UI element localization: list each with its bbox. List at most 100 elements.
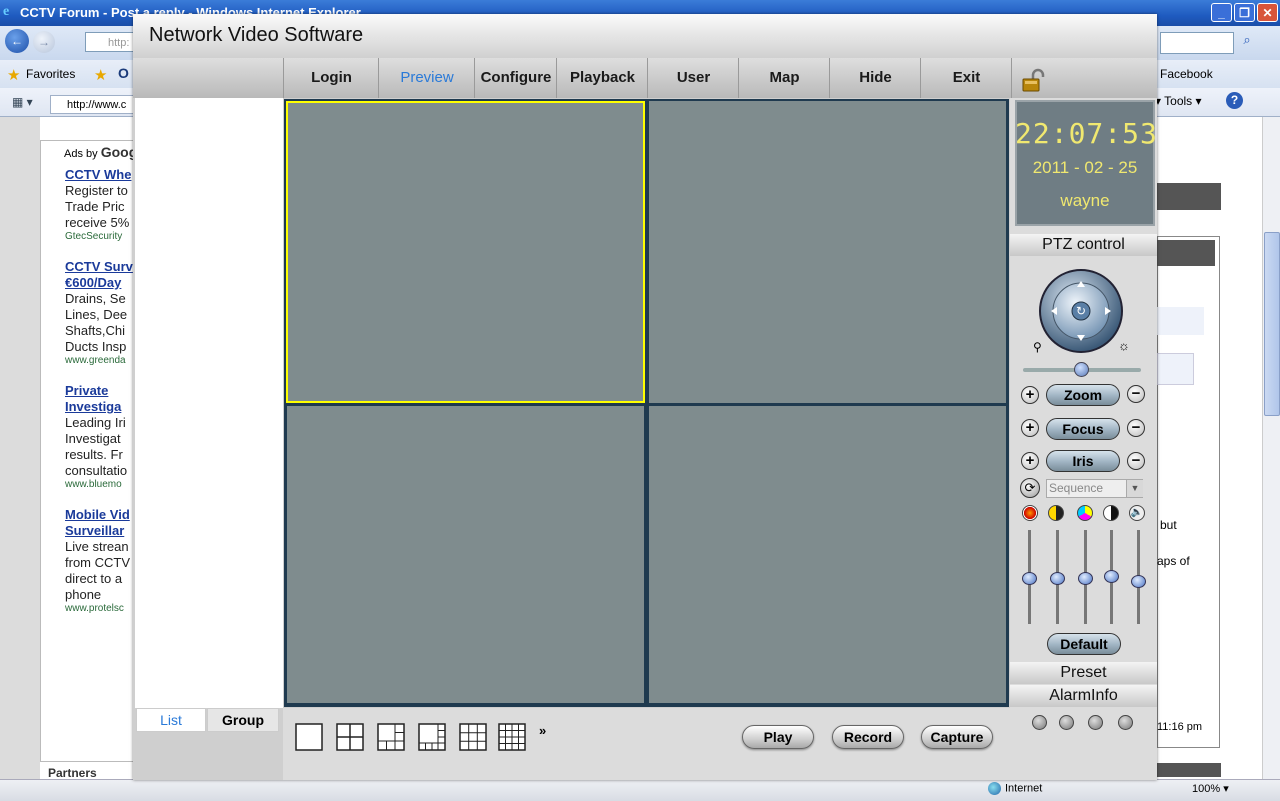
maximize-button[interactable]: ❐: [1234, 3, 1255, 22]
menu-exit[interactable]: Exit: [920, 58, 1012, 98]
ad-url[interactable]: GtecSecurity: [65, 231, 133, 242]
favorites-star-icon[interactable]: ★: [7, 66, 20, 84]
menu-user[interactable]: User: [647, 58, 739, 98]
capture-button[interactable]: Capture: [921, 725, 993, 749]
ad-body-line: direct to a: [65, 571, 123, 586]
add-favorite-icon[interactable]: ★: [94, 66, 107, 84]
close-button[interactable]: ✕: [1257, 3, 1278, 22]
layout-9-icon[interactable]: [459, 723, 487, 751]
menu-playback[interactable]: Playback: [556, 58, 648, 98]
ad-body-line: Ducts Insp: [65, 339, 127, 354]
webpage-left-margin: [0, 117, 40, 779]
contrast-slider-knob[interactable]: [1050, 571, 1065, 585]
layout-1-icon[interactable]: [295, 723, 323, 751]
video-channel-1[interactable]: [286, 101, 645, 403]
record-button[interactable]: Record: [832, 725, 904, 749]
address-field[interactable]: http:: [85, 32, 135, 52]
minimize-button[interactable]: _: [1211, 3, 1232, 22]
ad-title[interactable]: €600/Day: [65, 275, 133, 291]
contrast-icon: [1048, 505, 1064, 521]
zoom-level[interactable]: 100% ▾: [1192, 782, 1229, 795]
focus-in-icon[interactable]: +: [1021, 419, 1039, 437]
ad-title[interactable]: CCTV Surv: [65, 259, 133, 275]
tools-menu[interactable]: ▾ Tools ▾: [1155, 94, 1202, 108]
menu-login[interactable]: Login: [283, 58, 379, 98]
ad-title[interactable]: Surveillar: [65, 523, 133, 539]
default-button[interactable]: Default: [1047, 633, 1121, 655]
clock-date: 2011 - 02 - 25: [1032, 158, 1138, 177]
ad-item[interactable]: Private Investiga Leading Iri Investigat…: [65, 383, 133, 490]
iris-label: Iris: [1046, 450, 1120, 472]
ad-title[interactable]: Investiga: [65, 399, 133, 415]
ad-body-line: Investigat: [65, 431, 121, 446]
play-button[interactable]: Play: [742, 725, 814, 749]
menu-map[interactable]: Map: [738, 58, 830, 98]
saturation-slider-knob[interactable]: [1078, 571, 1093, 585]
ad-url[interactable]: www.bluemo: [65, 479, 133, 490]
ad-body-line: phone: [65, 587, 102, 602]
ptz-speed-slider-knob[interactable]: [1074, 362, 1089, 377]
menu-configure[interactable]: Configure: [474, 58, 557, 98]
light-icon[interactable]: ☼: [1118, 338, 1130, 353]
ad-item[interactable]: CCTV Surv €600/Day Drains, Se Lines, Dee…: [65, 259, 133, 366]
ad-body-line: from CCTV: [65, 555, 130, 570]
facebook-link[interactable]: Facebook: [1160, 67, 1213, 81]
page-scrollbar-thumb[interactable]: [1264, 232, 1280, 416]
ad-body-line: Register to: [65, 183, 128, 198]
menu-preview[interactable]: Preview: [378, 58, 475, 98]
ads-by-label: Ads by: [64, 148, 98, 160]
webpage-header-block: [1157, 183, 1221, 210]
video-channel-2[interactable]: [649, 101, 1006, 403]
lock-icon[interactable]: [1021, 68, 1047, 92]
video-channel-3[interactable]: [287, 406, 644, 703]
ptz-direction-wheel[interactable]: ↻: [1038, 268, 1124, 354]
device-list-panel[interactable]: [135, 98, 283, 708]
ad-title[interactable]: Private: [65, 383, 133, 399]
ad-body-line: results. Fr: [65, 447, 123, 462]
preset-header[interactable]: Preset: [1010, 662, 1157, 684]
svg-text:↻: ↻: [1076, 304, 1086, 318]
ad-url[interactable]: www.greenda: [65, 355, 133, 366]
globe-icon: [988, 782, 1001, 795]
layout-8-icon[interactable]: [418, 723, 446, 751]
search-input[interactable]: [1160, 32, 1234, 54]
layout-16-icon[interactable]: [498, 723, 526, 751]
search-icon[interactable]: ⌕: [1236, 32, 1258, 52]
chevron-down-icon[interactable]: ▼: [1126, 480, 1143, 497]
iris-open-icon[interactable]: +: [1021, 452, 1039, 470]
menu-hide[interactable]: Hide: [829, 58, 921, 98]
alarm-info-header[interactable]: AlarmInfo: [1010, 685, 1157, 707]
layout-4-icon[interactable]: [336, 723, 364, 751]
layout-6-icon[interactable]: [377, 723, 405, 751]
ad-item[interactable]: Mobile Vid Surveillar Live strean from C…: [65, 507, 133, 614]
sequence-icon[interactable]: ⟳: [1020, 478, 1040, 498]
page-scrollbar[interactable]: [1262, 117, 1280, 779]
focus-label: Focus: [1046, 418, 1120, 440]
video-channel-4[interactable]: [649, 406, 1006, 703]
favorites-item[interactable]: O: [118, 65, 129, 81]
quick-tabs-icon[interactable]: ▦ ▾: [12, 95, 33, 109]
back-button[interactable]: ←: [5, 29, 29, 53]
hue-icon: [1103, 505, 1119, 521]
ads-by-google[interactable]: Ads by Goog: [64, 144, 137, 160]
brightness-slider-knob[interactable]: [1022, 571, 1037, 585]
help-icon[interactable]: ?: [1226, 92, 1243, 109]
ad-title[interactable]: Mobile Vid: [65, 507, 133, 523]
favorites-button[interactable]: Favorites: [26, 67, 75, 81]
focus-out-icon[interactable]: −: [1127, 419, 1145, 437]
ad-url[interactable]: www.protelsc: [65, 603, 133, 614]
zoom-label: Zoom: [1046, 384, 1120, 406]
forward-button[interactable]: →: [33, 31, 55, 53]
hue-slider-knob[interactable]: [1104, 569, 1119, 583]
more-layouts-button[interactable]: »: [539, 723, 546, 738]
browser-tab[interactable]: http://www.c: [50, 95, 135, 114]
focus-near-icon[interactable]: ⚲: [1033, 340, 1042, 354]
ad-item[interactable]: CCTV Whe Register to Trade Pric receive …: [65, 167, 133, 242]
zoom-in-icon[interactable]: +: [1021, 386, 1039, 404]
zoom-out-icon[interactable]: −: [1127, 385, 1145, 403]
tab-list[interactable]: List: [136, 708, 206, 732]
tab-group[interactable]: Group: [207, 708, 279, 732]
iris-close-icon[interactable]: −: [1127, 452, 1145, 470]
ad-title[interactable]: CCTV Whe: [65, 167, 133, 183]
clock-time: 22:07:53: [1015, 117, 1158, 150]
